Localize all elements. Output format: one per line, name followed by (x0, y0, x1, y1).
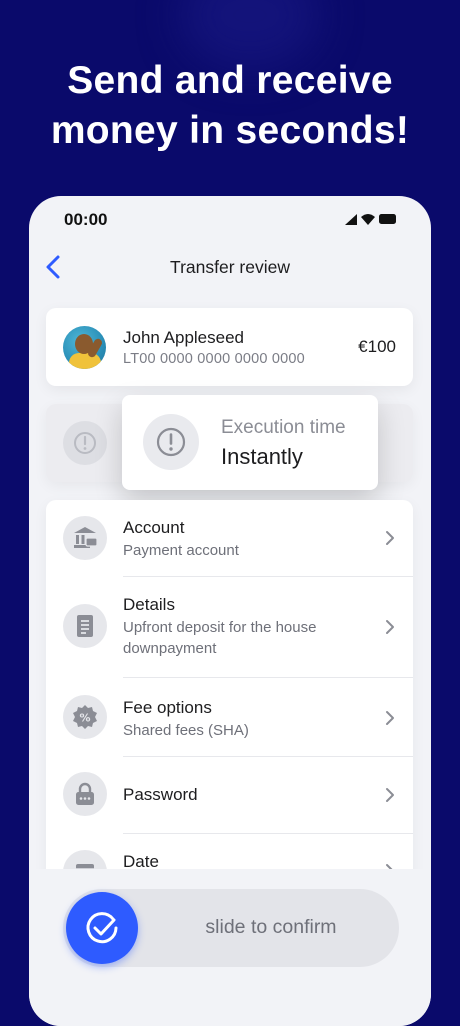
avatar (63, 326, 106, 369)
phone-frame: 00:00 Transfer review John Appleseed LT0… (29, 196, 431, 1026)
battery-icon (379, 214, 396, 224)
svg-text:%: % (79, 712, 90, 725)
transfer-details-list: Account Payment account Details Upfront … (46, 500, 413, 920)
row-password[interactable]: Password (46, 757, 413, 833)
chevron-right-icon (386, 788, 394, 802)
check-circle-icon (86, 912, 118, 944)
signal-icon (345, 214, 357, 225)
row-subtitle: Payment account (123, 542, 239, 559)
slider-knob[interactable] (66, 892, 138, 964)
status-time: 00:00 (64, 210, 108, 229)
recipient-iban: LT00 0000 0000 0000 0000 (123, 351, 305, 367)
row-fee-options[interactable]: % Fee options Shared fees (SHA) (46, 678, 413, 756)
row-title: Account (123, 518, 185, 537)
execution-time-value: Instantly (221, 444, 303, 469)
page-title: Transfer review (170, 257, 290, 277)
lock-icon (63, 772, 107, 816)
recipient-name: John Appleseed (123, 328, 244, 347)
row-title: Password (123, 785, 198, 804)
percent-badge-icon: % (63, 695, 107, 739)
row-title: Fee options (123, 698, 212, 717)
status-icons (345, 212, 397, 226)
execution-time-label: Execution time (221, 417, 346, 438)
row-account[interactable]: Account Payment account (46, 500, 413, 576)
row-subtitle: Upfront deposit for the house downpaymen… (123, 619, 317, 657)
chevron-right-icon (386, 620, 394, 634)
headline: Send and receive money in seconds! (50, 59, 410, 152)
slider-label: slide to confirm (205, 916, 337, 938)
chevron-right-icon (386, 711, 394, 725)
wifi-icon (361, 214, 375, 225)
chevron-right-icon (386, 531, 394, 545)
row-details[interactable]: Details Upfront deposit for the house do… (46, 577, 413, 677)
slide-to-confirm[interactable]: slide to confirm (63, 889, 399, 967)
row-title: Details (123, 595, 175, 614)
slider-area: slide to confirm (29, 869, 431, 1026)
exclamation-circle-icon (143, 414, 199, 470)
execution-time-card[interactable]: Execution time Instantly (122, 395, 378, 490)
transfer-amount: €100 (358, 337, 396, 356)
bank-icon (63, 516, 107, 560)
document-icon (63, 604, 107, 648)
recipient-card[interactable]: John Appleseed LT00 0000 0000 0000 0000 … (46, 308, 413, 386)
row-subtitle: Shared fees (SHA) (123, 722, 249, 739)
exclamation-circle-icon (63, 421, 107, 465)
